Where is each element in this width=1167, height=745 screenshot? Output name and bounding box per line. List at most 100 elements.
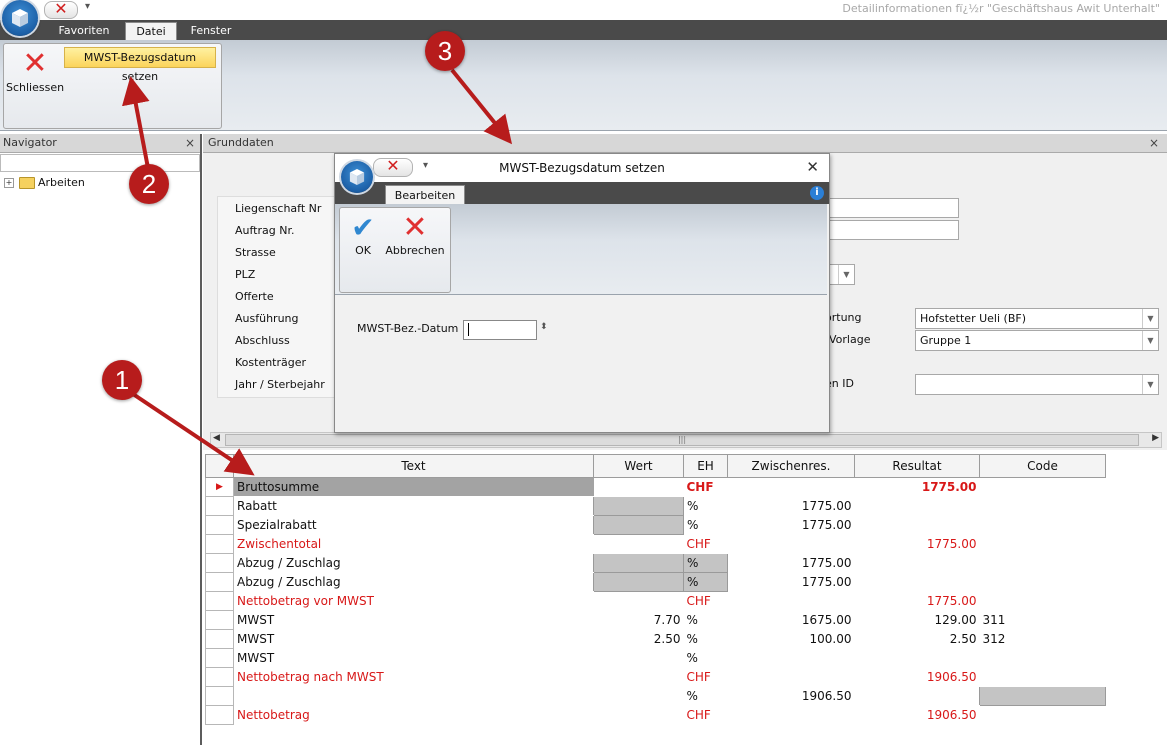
- tab-bearbeiten[interactable]: Bearbeiten: [385, 185, 465, 205]
- cell-eh[interactable]: %: [683, 610, 728, 630]
- cell-eh[interactable]: %: [683, 515, 728, 535]
- header-text[interactable]: Text: [233, 454, 594, 478]
- cell-resultat[interactable]: 1906.50: [854, 705, 980, 725]
- cell-zwischen[interactable]: [727, 648, 855, 668]
- cell-wert[interactable]: [593, 572, 684, 592]
- cell-resultat[interactable]: 1906.50: [854, 667, 980, 687]
- cell-wert[interactable]: 2.50: [593, 629, 684, 649]
- dialog-close-icon[interactable]: ✕: [806, 158, 819, 176]
- cell-code[interactable]: [979, 515, 1106, 535]
- cell-zwischen[interactable]: [727, 591, 855, 611]
- dialog-quick-close-button[interactable]: ✕: [373, 156, 413, 177]
- tree-expand-icon[interactable]: +: [4, 178, 14, 188]
- table-row[interactable]: Nettobetrag nach MWST CHF 1906.50: [205, 667, 1106, 687]
- row-selector[interactable]: [205, 553, 234, 573]
- cell-wert[interactable]: [593, 667, 684, 687]
- cell-zwischen[interactable]: 1775.00: [727, 496, 855, 516]
- tab-datei[interactable]: Datei: [125, 22, 177, 41]
- row-selector[interactable]: ▶: [205, 477, 234, 497]
- cell-zwischen[interactable]: 100.00: [727, 629, 855, 649]
- date-spinner-icon[interactable]: ⬍: [540, 322, 548, 332]
- cell-text[interactable]: Nettobetrag vor MWST: [233, 591, 594, 611]
- table-row[interactable]: Spezialrabatt% 1775.00: [205, 515, 1106, 535]
- abbrechen-button[interactable]: ✕ Abbrechen: [385, 212, 445, 258]
- row-selector[interactable]: [205, 705, 234, 725]
- table-row[interactable]: Abzug / Zuschlag% 1775.00: [205, 572, 1106, 592]
- navigator-close-icon[interactable]: ×: [182, 134, 195, 152]
- cell-wert[interactable]: 7.70: [593, 610, 684, 630]
- cell-resultat[interactable]: [854, 515, 980, 535]
- cell-eh[interactable]: CHF: [683, 591, 728, 611]
- dialog-quick-access-dropdown[interactable]: ▾: [423, 160, 428, 171]
- cell-wert[interactable]: [593, 477, 684, 497]
- close-button[interactable]: ✕ Schliessen: [6, 47, 64, 103]
- cell-resultat[interactable]: 1775.00: [854, 591, 980, 611]
- cell-code[interactable]: [979, 477, 1106, 497]
- table-row[interactable]: MWST 2.50% 100.00 2.50 312: [205, 629, 1106, 649]
- row-selector[interactable]: [205, 686, 234, 706]
- cell-wert[interactable]: [593, 496, 684, 516]
- cell-code[interactable]: 311: [979, 610, 1106, 630]
- table-row[interactable]: Zwischentotal CHF 1775.00: [205, 534, 1106, 554]
- header-wert[interactable]: Wert: [593, 454, 684, 478]
- cell-wert[interactable]: [593, 534, 684, 554]
- cell-text[interactable]: Spezialrabatt: [233, 515, 594, 535]
- id-select[interactable]: ▼: [915, 374, 1159, 395]
- cell-resultat[interactable]: [854, 648, 980, 668]
- cell-eh[interactable]: %: [683, 553, 728, 573]
- navigator-tree-item-arbeiten[interactable]: + Arbeiten: [4, 176, 85, 189]
- cell-resultat[interactable]: [854, 496, 980, 516]
- text-field-1[interactable]: [823, 198, 959, 218]
- cell-code[interactable]: [979, 572, 1106, 592]
- cell-resultat[interactable]: [854, 553, 980, 573]
- cell-wert[interactable]: [593, 515, 684, 535]
- cell-text[interactable]: Bruttosumme: [233, 477, 594, 497]
- table-row[interactable]: MWST%: [205, 648, 1106, 668]
- row-selector[interactable]: [205, 610, 234, 630]
- cell-eh[interactable]: %: [683, 648, 728, 668]
- cell-eh[interactable]: %: [683, 496, 728, 516]
- cell-code[interactable]: [979, 686, 1106, 706]
- cell-eh[interactable]: CHF: [683, 534, 728, 554]
- cell-code[interactable]: [979, 667, 1106, 687]
- header-resultat[interactable]: Resultat: [854, 454, 980, 478]
- vorlage-select[interactable]: Gruppe 1 ▼: [915, 330, 1159, 351]
- cell-wert[interactable]: [593, 686, 684, 706]
- table-row[interactable]: Nettobetrag vor MWST CHF 1775.00: [205, 591, 1106, 611]
- table-row[interactable]: Abzug / Zuschlag% 1775.00: [205, 553, 1106, 573]
- cell-eh[interactable]: %: [683, 572, 728, 592]
- cell-zwischen[interactable]: [727, 667, 855, 687]
- header-eh[interactable]: EH: [683, 454, 728, 478]
- cell-code[interactable]: [979, 534, 1106, 554]
- cell-code[interactable]: [979, 648, 1106, 668]
- cell-eh[interactable]: %: [683, 629, 728, 649]
- cell-resultat[interactable]: 2.50: [854, 629, 980, 649]
- dialog-application-button[interactable]: [341, 161, 373, 193]
- cell-eh[interactable]: CHF: [683, 667, 728, 687]
- cell-text[interactable]: Abzug / Zuschlag: [233, 572, 594, 592]
- cell-zwischen[interactable]: 1775.00: [727, 572, 855, 592]
- mwst-bezugsdatum-button[interactable]: MWST-Bezugsdatum setzen: [64, 47, 216, 83]
- cell-wert[interactable]: [593, 648, 684, 668]
- cell-code[interactable]: [979, 705, 1106, 725]
- cell-wert[interactable]: [593, 705, 684, 725]
- cell-wert[interactable]: [593, 591, 684, 611]
- scroll-right-icon[interactable]: ▶: [1152, 433, 1159, 443]
- cell-zwischen[interactable]: 1675.00: [727, 610, 855, 630]
- cell-resultat[interactable]: [854, 686, 980, 706]
- table-row[interactable]: MWST 7.70% 1675.00 129.00 311: [205, 610, 1106, 630]
- cell-zwischen[interactable]: 1775.00: [727, 553, 855, 573]
- row-selector[interactable]: [205, 648, 234, 668]
- cell-code[interactable]: 312: [979, 629, 1106, 649]
- row-selector[interactable]: [205, 667, 234, 687]
- cell-eh[interactable]: CHF: [683, 477, 728, 497]
- tab-favoriten[interactable]: Favoriten: [48, 20, 120, 40]
- horizontal-scrollbar[interactable]: ◀ ||| ▶: [210, 432, 1162, 448]
- cell-text[interactable]: [233, 686, 594, 706]
- row-selector[interactable]: [205, 591, 234, 611]
- cell-zwischen[interactable]: [727, 705, 855, 725]
- cell-code[interactable]: [979, 591, 1106, 611]
- row-selector[interactable]: [205, 496, 234, 516]
- cell-eh[interactable]: %: [683, 686, 728, 706]
- verantwortung-select[interactable]: Hofstetter Ueli (BF) ▼: [915, 308, 1159, 329]
